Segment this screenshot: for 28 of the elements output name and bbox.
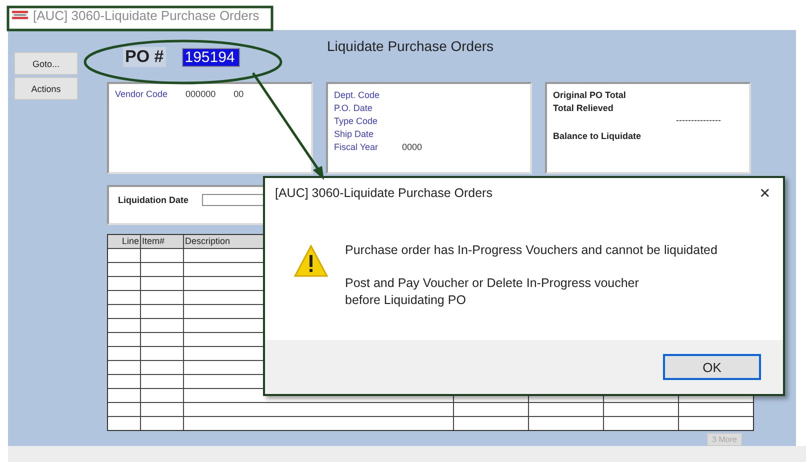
field-label: Fiscal Year bbox=[334, 141, 380, 154]
field-label: Type Code bbox=[334, 115, 379, 128]
close-button[interactable]: ✕ bbox=[747, 179, 783, 207]
total-label: Original PO Total bbox=[553, 89, 626, 101]
ok-button[interactable]: OK bbox=[663, 354, 761, 380]
column-header: Item# bbox=[141, 235, 184, 248]
po-number-field[interactable]: 195194 bbox=[182, 48, 240, 66]
field-value: 0000 bbox=[402, 141, 422, 154]
total-label: Balance to Liquidate bbox=[553, 130, 642, 142]
field-label: P.O. Date bbox=[334, 102, 374, 115]
total-label: Total Relieved bbox=[553, 102, 614, 114]
app-logo-icon bbox=[12, 10, 28, 20]
dialog-message: Post and Pay Voucher or Delete In-Progress voucher before Liquidating PO bbox=[345, 275, 640, 309]
dashed-rule: --------------- bbox=[676, 115, 721, 125]
dialog-title: [AUC] 3060-Liquidate Purchase Orders bbox=[275, 186, 492, 200]
field-value: 00 bbox=[234, 89, 244, 99]
column-header: Line bbox=[108, 235, 141, 248]
page-heading: Liquidate Purchase Orders bbox=[327, 38, 494, 54]
liquidation-date-label: Liquidation Date bbox=[118, 194, 188, 206]
field-label: Ship Date bbox=[334, 128, 375, 141]
field-label: Dept. Code bbox=[334, 89, 381, 102]
warning-icon bbox=[293, 244, 329, 278]
window-title: [AUC] 3060-Liquidate Purchase Orders bbox=[33, 8, 260, 22]
field-label: Vendor Code bbox=[115, 89, 168, 99]
sidebar-button[interactable]: Actions bbox=[14, 77, 78, 100]
field-value: 000000 bbox=[186, 89, 216, 99]
sidebar-button[interactable]: Goto... bbox=[14, 52, 78, 75]
po-label: PO # bbox=[123, 47, 166, 67]
